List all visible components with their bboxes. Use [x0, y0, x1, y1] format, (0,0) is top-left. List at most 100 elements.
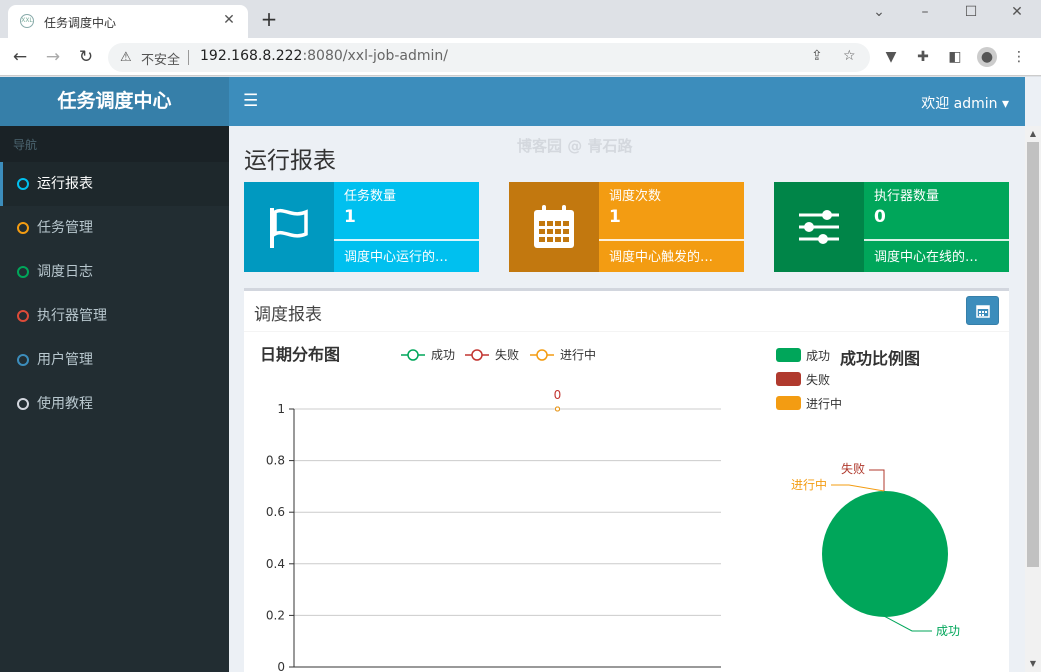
- info-box-number: 0: [874, 207, 886, 227]
- sidebar-item-3[interactable]: 执行器管理: [0, 294, 229, 338]
- page-title: 运行报表: [244, 148, 336, 174]
- tab-search-icon[interactable]: ⌄: [856, 0, 902, 26]
- browser-tab[interactable]: XXL 任务调度中心 ✕: [8, 5, 248, 38]
- charts-area: 日期分布图成功失败进行中00.20.40.60.812022-11-110成功比…: [260, 345, 960, 672]
- back-icon[interactable]: ←: [8, 45, 32, 69]
- progress-bar: [334, 239, 479, 241]
- share-icon[interactable]: ⇪: [811, 48, 823, 64]
- pie-leader-1: [869, 469, 885, 491]
- profile-avatar-icon[interactable]: ●: [977, 47, 997, 67]
- calendar-icon: [975, 304, 990, 318]
- sidebar-item-label: 调度日志: [37, 264, 93, 280]
- pie-legend-label-2: 进行中: [806, 396, 842, 411]
- main-content: 博客园 @ 青石路 运行报表 任务数量 1 调度中心运行的… 调度次数 1 调度中心触发的…: [229, 126, 1025, 672]
- favicon-icon: XXL: [20, 14, 34, 28]
- reload-icon[interactable]: ↻: [74, 45, 98, 69]
- app-root: 任务调度中心 ☰ 欢迎 admin ▾ 导航 运行报表 任务管理 调度日志 执行器管理…: [0, 77, 1041, 672]
- pie-legend-label-1: 失败: [806, 372, 830, 387]
- sidebar-item-label: 运行报表: [37, 176, 93, 192]
- sidebar-toggle-icon[interactable]: ☰: [243, 91, 258, 111]
- top-navbar: ☰ 欢迎 admin ▾: [229, 77, 1025, 126]
- legend-label-1: 失败: [495, 347, 519, 362]
- new-tab-button[interactable]: +: [258, 8, 280, 30]
- circle-icon: [17, 354, 29, 366]
- forward-icon[interactable]: →: [41, 45, 65, 69]
- info-box-description: 调度中心触发的…: [609, 250, 714, 265]
- report-box: 调度报表 日期分布图成功失败进行中00.20.40.60.812022-11-1…: [244, 288, 1009, 672]
- info-box-label: 调度次数: [609, 189, 662, 204]
- address-bar: ← → ↻ ⚠ 不安全 192.168.8.222:8080/xxl-job-a…: [0, 38, 1041, 76]
- date-range-button[interactable]: [966, 296, 999, 325]
- circle-icon: [17, 266, 29, 278]
- menu-kebab-icon[interactable]: ⋮: [1009, 47, 1029, 67]
- pie-chart-title: 成功比例图: [840, 349, 920, 368]
- pie-leader-2: [831, 484, 885, 492]
- legend-marker-1: [471, 349, 483, 361]
- url-host: 192.168.8.222: [200, 48, 303, 64]
- legend-label-2: 进行中: [560, 347, 596, 362]
- data-point-2: [555, 406, 560, 412]
- watermark: 博客园 @ 青石路: [517, 137, 633, 155]
- legend-marker-2: [536, 349, 548, 361]
- sidebar-item-label: 任务管理: [37, 220, 93, 236]
- star-icon[interactable]: ☆: [843, 48, 856, 64]
- line-chart-title: 日期分布图: [260, 345, 340, 364]
- info-box: 执行器数量 0 调度中心在线的…: [774, 182, 1009, 272]
- scroll-down-icon[interactable]: ▼: [1025, 656, 1041, 672]
- pie-label-1: 失败: [841, 461, 865, 476]
- scroll-up-icon[interactable]: ▲: [1025, 126, 1041, 142]
- sidebar-item-5[interactable]: 使用教程: [0, 382, 229, 426]
- pie-legend-swatch-2: [776, 396, 801, 410]
- puzzle-icon[interactable]: ✚: [913, 47, 933, 67]
- pie-leader-0: [883, 615, 932, 632]
- sidebar-item-label: 用户管理: [37, 352, 93, 368]
- sidebar-item-2[interactable]: 调度日志: [0, 250, 229, 294]
- minimize-button[interactable]: –: [902, 0, 948, 26]
- window-close-button[interactable]: ✕: [994, 0, 1040, 26]
- flag-icon: [244, 182, 334, 272]
- scroll-thumb[interactable]: [1027, 142, 1039, 567]
- extension-vue-icon[interactable]: ▼: [881, 47, 901, 67]
- sidebar-item-0[interactable]: 运行报表: [0, 162, 229, 206]
- y-tick-label-5: 1: [277, 402, 285, 416]
- sidepanel-icon[interactable]: ◧: [945, 47, 965, 67]
- user-menu[interactable]: 欢迎 admin ▾: [921, 93, 1009, 113]
- divider: [244, 331, 1009, 332]
- page-scrollbar[interactable]: ▲ ▼: [1025, 126, 1041, 672]
- legend-label-0: 成功: [431, 348, 455, 362]
- circle-icon: [17, 222, 29, 234]
- sliders-icon: [774, 182, 864, 272]
- data-label: 0: [554, 388, 562, 402]
- url-input[interactable]: ⚠ 不安全 192.168.8.222:8080/xxl-job-admin/ …: [108, 43, 870, 72]
- info-box-number: 1: [609, 207, 621, 227]
- y-tick-label-0: 0: [277, 660, 285, 672]
- info-box-number: 1: [344, 207, 356, 227]
- sidebar-item-label: 使用教程: [37, 396, 93, 412]
- report-title: 调度报表: [254, 305, 322, 325]
- tab-title: 任务调度中心: [44, 16, 117, 30]
- tab-close-icon[interactable]: ✕: [220, 11, 238, 29]
- url-path: :8080/xxl-job-admin/: [302, 48, 448, 64]
- info-box-content: 调度次数 1 调度中心触发的…: [599, 182, 744, 272]
- app-logo[interactable]: 任务调度中心: [0, 77, 229, 126]
- y-tick-label-2: 0.4: [266, 557, 285, 571]
- info-box-content: 任务数量 1 调度中心运行的…: [334, 182, 479, 272]
- sidebar-menu: 运行报表任务管理调度日志执行器管理用户管理使用教程: [0, 162, 229, 426]
- circle-icon: [17, 178, 29, 190]
- sidebar-item-1[interactable]: 任务管理: [0, 206, 229, 250]
- maximize-button[interactable]: ☐: [948, 0, 994, 26]
- info-box-label: 任务数量: [344, 189, 397, 204]
- url-text: 192.168.8.222:8080/xxl-job-admin/: [200, 48, 448, 64]
- warning-icon: ⚠: [120, 50, 132, 65]
- y-tick-label-1: 0.2: [266, 608, 285, 622]
- info-box-description: 调度中心在线的…: [874, 250, 979, 265]
- circle-icon: [17, 310, 29, 322]
- security-label[interactable]: 不安全: [141, 49, 180, 68]
- progress-bar: [599, 239, 744, 241]
- info-box: 调度次数 1 调度中心触发的…: [509, 182, 744, 272]
- sidebar: 导航 运行报表 任务管理 调度日志 执行器管理 用户管理 使用教程: [0, 126, 229, 672]
- info-box-label: 执行器数量: [874, 189, 940, 204]
- y-tick-label-3: 0.6: [266, 505, 285, 519]
- divider: [188, 50, 189, 65]
- sidebar-item-4[interactable]: 用户管理: [0, 338, 229, 382]
